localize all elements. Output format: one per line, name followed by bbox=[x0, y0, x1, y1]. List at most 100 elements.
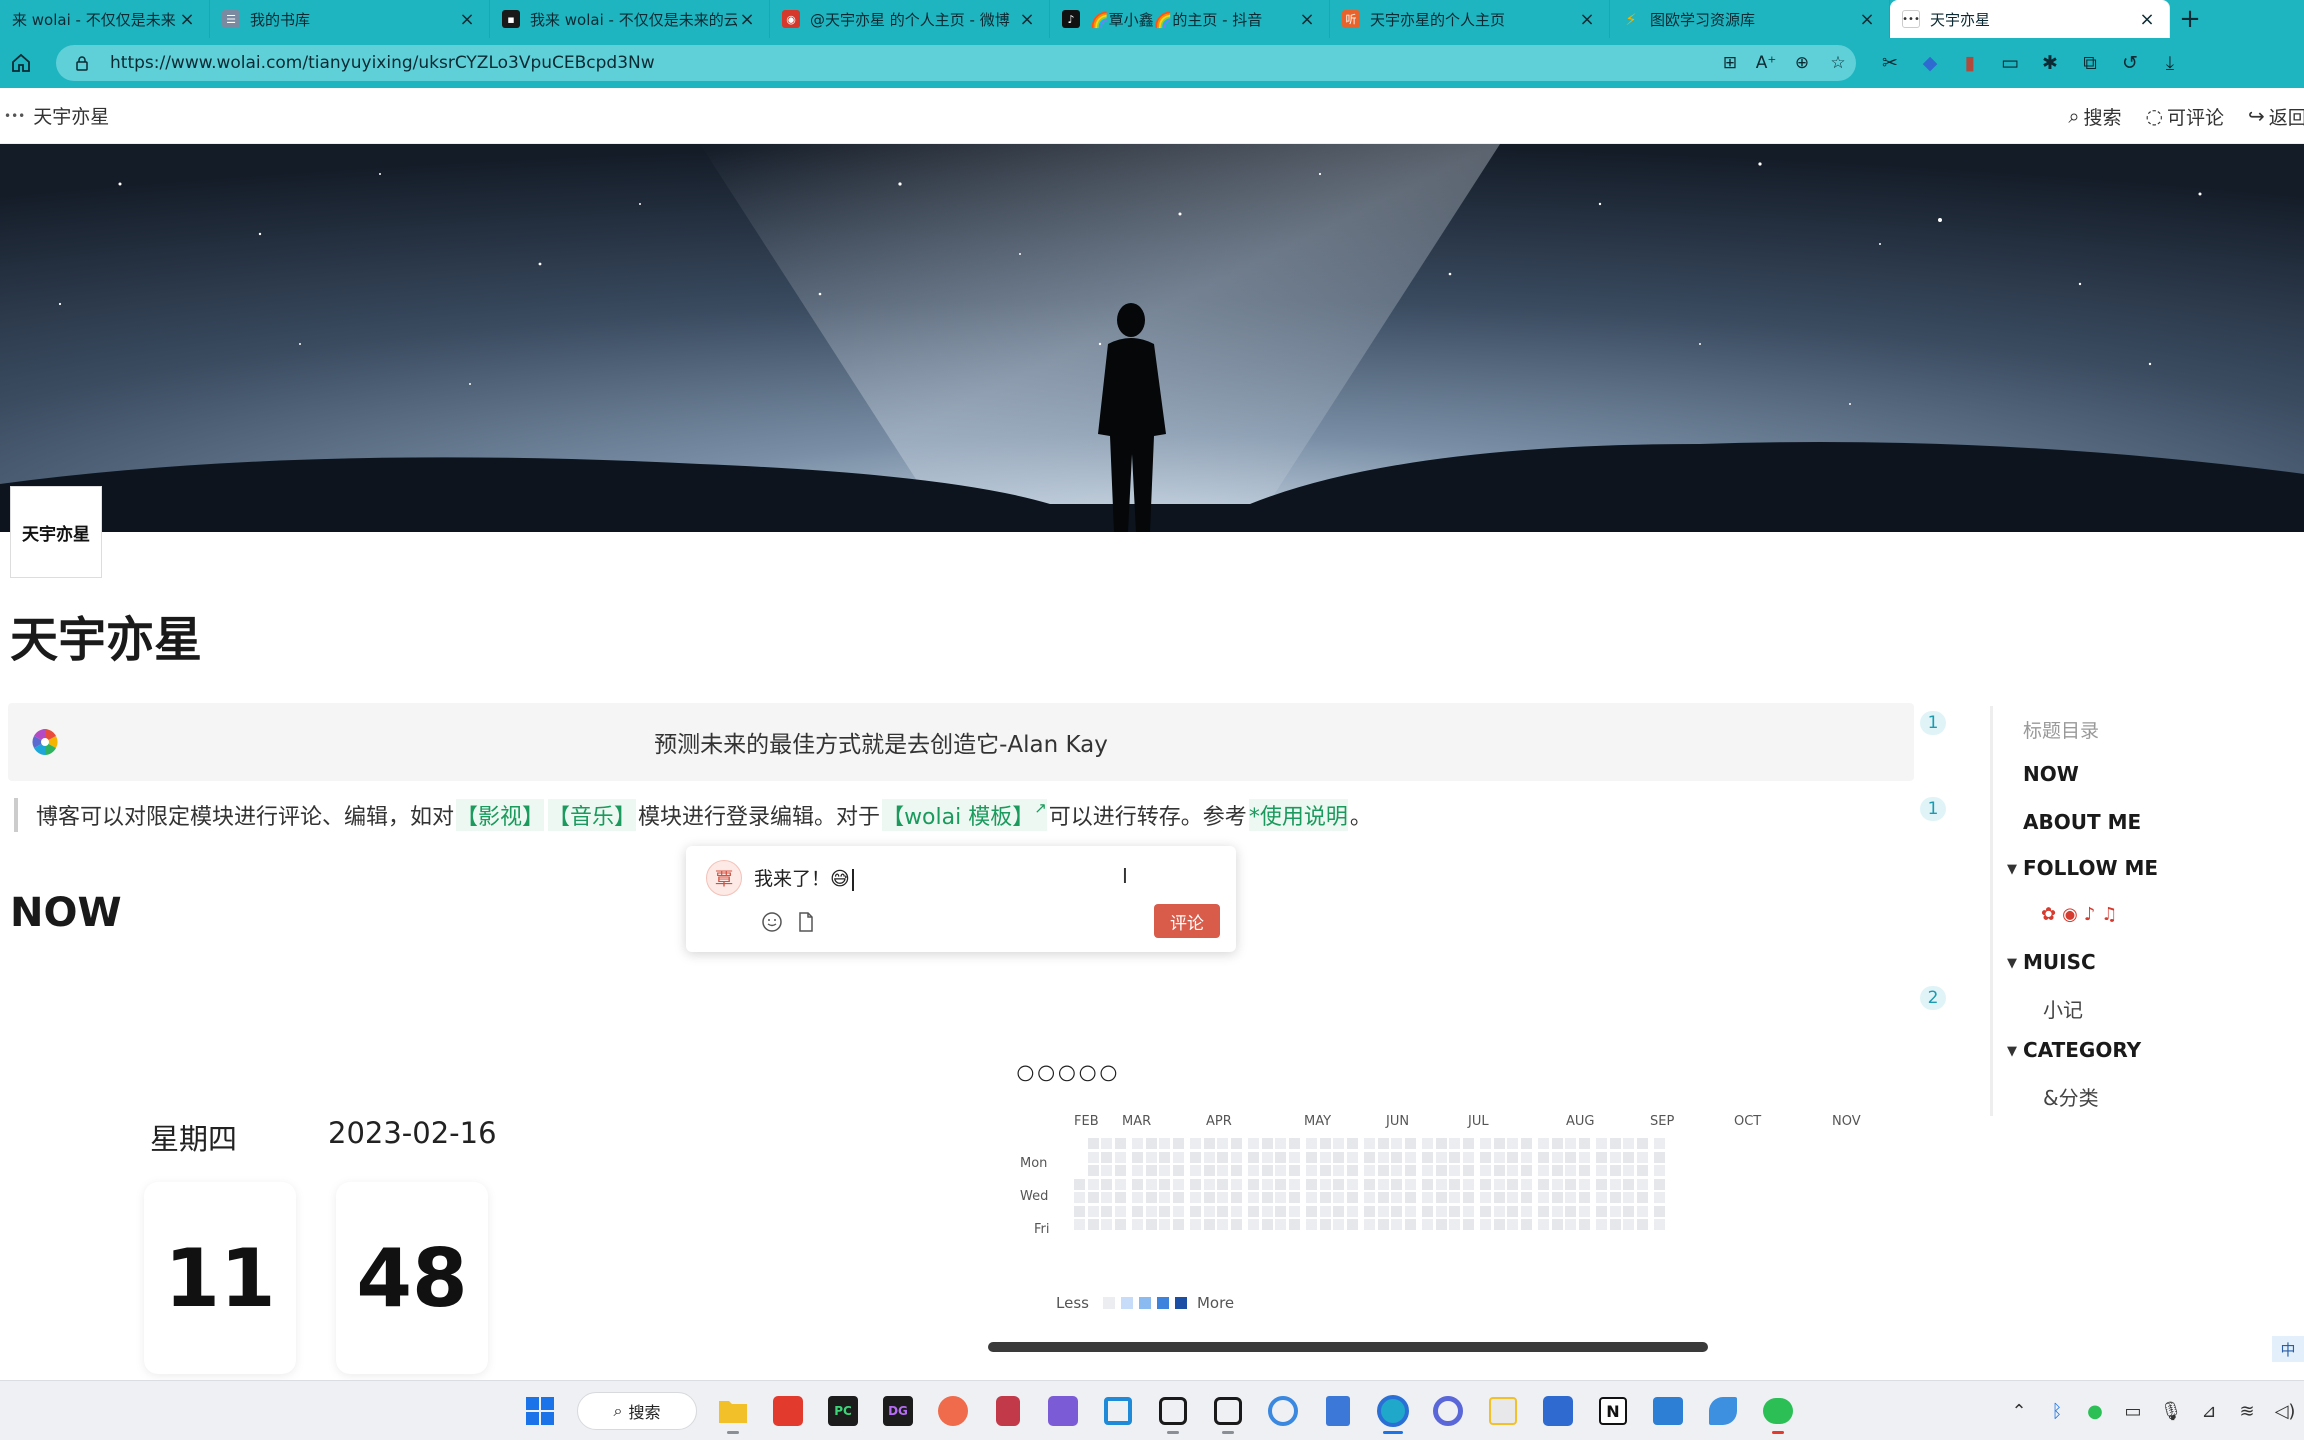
vs-app-icon[interactable] bbox=[1039, 1387, 1087, 1435]
python-app-icon[interactable] bbox=[1479, 1387, 1527, 1435]
close-icon[interactable]: × bbox=[1577, 9, 1597, 30]
quote-callout[interactable]: 预测未来的最佳方式就是去创造它-Alan Kay bbox=[8, 703, 1914, 781]
taskbar-search[interactable]: ⌕ 搜索 bbox=[577, 1392, 697, 1430]
display-icon[interactable]: ▭ bbox=[2114, 1401, 2152, 1422]
back-label: 返回 bbox=[2268, 106, 2304, 129]
notes-app-icon[interactable] bbox=[1314, 1387, 1362, 1435]
caret-down-icon[interactable]: ▼ bbox=[2007, 1044, 2017, 1059]
wolai-app-icon[interactable] bbox=[1149, 1387, 1197, 1435]
toc-item-music[interactable]: MUISC bbox=[2023, 950, 2096, 974]
address-bar[interactable]: https://www.wolai.com/tianyuyixing/uksrC… bbox=[56, 45, 1856, 81]
attach-file-button[interactable] bbox=[794, 910, 818, 934]
reader-extension-icon[interactable]: ▮ bbox=[1950, 45, 1990, 81]
store-app-icon[interactable] bbox=[1644, 1387, 1692, 1435]
tab-wolai-1[interactable]: 来 wolai - 不仅仅是未来的云 × bbox=[0, 0, 210, 38]
back-button[interactable]: ↪ 返回 bbox=[2248, 103, 2304, 130]
microphone-icon[interactable]: 🎙 bbox=[2152, 1401, 2190, 1422]
bluetooth-icon[interactable]: ᛒ bbox=[2038, 1401, 2076, 1422]
folder-extension-icon[interactable]: ▭ bbox=[1990, 45, 2030, 81]
caret-down-icon[interactable]: ▼ bbox=[2007, 862, 2017, 877]
shell-app-icon[interactable] bbox=[929, 1387, 977, 1435]
ime-indicator[interactable]: 中 bbox=[2272, 1336, 2304, 1362]
close-icon[interactable]: × bbox=[737, 9, 757, 30]
file-explorer-icon[interactable] bbox=[709, 1387, 757, 1435]
toc-subitem-notes[interactable]: 小记 bbox=[2043, 994, 2083, 1023]
notion-app-icon[interactable]: N bbox=[1589, 1387, 1637, 1435]
emoji-button[interactable] bbox=[760, 910, 784, 934]
history-icon[interactable]: ↺ bbox=[2110, 45, 2150, 81]
tab-douyin[interactable]: ♪ 🌈覃小鑫🌈的主页 - 抖音 × bbox=[1050, 0, 1330, 38]
comment-count-badge[interactable]: 1 bbox=[1920, 711, 1946, 735]
link-usage-guide[interactable]: *使用说明 bbox=[1248, 799, 1348, 831]
horizontal-scrollbar[interactable] bbox=[988, 1342, 1708, 1352]
chrome-like-icon[interactable] bbox=[1424, 1387, 1472, 1435]
close-icon[interactable]: × bbox=[1857, 9, 1877, 30]
close-icon[interactable]: × bbox=[2137, 9, 2157, 30]
volume-icon[interactable]: ◁) bbox=[2266, 1401, 2304, 1422]
grid-icon[interactable]: ⊞ bbox=[1712, 53, 1748, 73]
heatmap-cell bbox=[1203, 1219, 1215, 1230]
comment-count-badge[interactable]: 1 bbox=[1920, 797, 1946, 821]
music-icon[interactable]: ♫ bbox=[2101, 904, 2117, 925]
tab-weibo[interactable]: ◉ @天宇亦星 的个人主页 - 微博 × bbox=[770, 0, 1050, 38]
app-red-icon[interactable] bbox=[764, 1387, 812, 1435]
tab-wolai-2[interactable]: ▪ 我来 wolai - 不仅仅是未来的云 × bbox=[490, 0, 770, 38]
wolai-app-icon-2[interactable] bbox=[1204, 1387, 1252, 1435]
wechat-tray-icon[interactable]: ● bbox=[2076, 1401, 2114, 1422]
link-music[interactable]: 【音乐】 bbox=[548, 799, 637, 831]
database-app-icon[interactable] bbox=[984, 1387, 1032, 1435]
tab-podcast[interactable]: 听 天宇亦星的个人主页 × bbox=[1330, 0, 1610, 38]
network-icon[interactable]: ⊿ bbox=[2190, 1401, 2228, 1422]
close-icon[interactable]: × bbox=[457, 9, 477, 30]
read-aloud-icon[interactable]: A⁺ bbox=[1748, 53, 1784, 73]
toc-item-follow-me[interactable]: FOLLOW ME bbox=[2023, 856, 2158, 880]
toc-item-about-me[interactable]: ABOUT ME bbox=[2023, 810, 2141, 834]
zoom-icon[interactable]: ⊕ bbox=[1784, 53, 1820, 73]
collections-icon[interactable]: ⧉ bbox=[2070, 45, 2110, 81]
sendto-app-icon[interactable] bbox=[1534, 1387, 1582, 1435]
heatmap-cell bbox=[1074, 1178, 1085, 1190]
search-button[interactable]: ⌕ 搜索 bbox=[2068, 103, 2121, 130]
heatmap-cell bbox=[1565, 1205, 1576, 1217]
feather-app-icon[interactable] bbox=[1699, 1387, 1747, 1435]
favorite-icon[interactable]: ☆ bbox=[1820, 53, 1856, 73]
new-tab-button[interactable]: + bbox=[2170, 0, 2210, 38]
ring-app-icon[interactable] bbox=[1259, 1387, 1307, 1435]
close-icon[interactable]: × bbox=[1017, 9, 1037, 30]
tab-tianyuyixing-active[interactable]: ••• 天宇亦星 × bbox=[1890, 0, 2170, 38]
chevron-up-icon[interactable]: ⌃ bbox=[2000, 1401, 2038, 1422]
wechat-app-icon[interactable] bbox=[1754, 1387, 1802, 1435]
bookmark-extension-icon[interactable]: ◆ bbox=[1910, 45, 1950, 81]
datagrip-icon[interactable]: DG bbox=[874, 1387, 922, 1435]
pycharm-icon[interactable]: PC bbox=[819, 1387, 867, 1435]
weibo-icon[interactable]: ◉ bbox=[2062, 904, 2078, 925]
close-icon[interactable]: × bbox=[177, 9, 197, 30]
tab-resources[interactable]: ⚡ 图欧学习资源库 × bbox=[1610, 0, 1890, 38]
submit-comment-button[interactable]: 评论 bbox=[1154, 904, 1220, 938]
comment-input[interactable]: 我来了！😅 bbox=[754, 864, 854, 891]
tiktok-icon[interactable]: ♪ bbox=[2084, 904, 2096, 925]
link-wolai-template[interactable]: 【wolai 模板】↗ bbox=[882, 799, 1047, 831]
caret-down-icon[interactable]: ▼ bbox=[2007, 956, 2017, 971]
heatmap-cell bbox=[1132, 1151, 1143, 1163]
toc-item-category[interactable]: CATEGORY bbox=[2023, 1038, 2141, 1062]
wifi-icon[interactable]: ≋ bbox=[2228, 1401, 2266, 1422]
edge-browser-icon[interactable] bbox=[1369, 1387, 1417, 1435]
comment-mode-button[interactable]: ◌ 可评论 bbox=[2146, 103, 2224, 130]
start-button[interactable] bbox=[516, 1387, 564, 1435]
comment-count-badge[interactable]: 2 bbox=[1920, 986, 1946, 1010]
tab-library[interactable]: ☰ 我的书库 × bbox=[210, 0, 490, 38]
toc-item-now[interactable]: NOW bbox=[2023, 762, 2079, 786]
wechat-icon[interactable]: ✿ bbox=[2041, 904, 2056, 925]
toc-subitem-category[interactable]: &分类 bbox=[2043, 1082, 2099, 1111]
heatmap-cell bbox=[1435, 1205, 1447, 1217]
scissors-icon[interactable]: ✂ bbox=[1870, 45, 1910, 81]
extensions-icon[interactable]: ✱ bbox=[2030, 45, 2070, 81]
download-icon[interactable]: ⤓ bbox=[2150, 45, 2190, 81]
copy-app-icon[interactable] bbox=[1094, 1387, 1142, 1435]
heatmap-cell bbox=[1609, 1219, 1621, 1230]
close-icon[interactable]: × bbox=[1297, 9, 1317, 30]
home-button[interactable] bbox=[4, 46, 38, 80]
breadcrumb[interactable]: ••• 天宇亦星 bbox=[4, 102, 109, 129]
link-movies[interactable]: 【影视】 bbox=[456, 799, 545, 831]
